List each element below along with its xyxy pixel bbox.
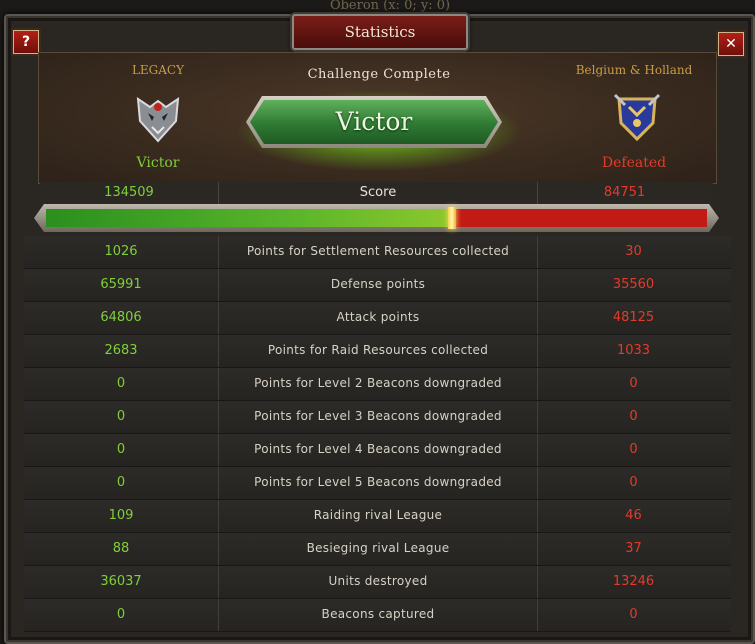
score-row: 134509 Score 84751: [40, 182, 713, 206]
stat-left-value: 0: [116, 475, 126, 490]
stat-label: Units destroyed: [218, 566, 538, 598]
help-button[interactable]: ?: [13, 30, 39, 54]
stat-right-value: 30: [625, 244, 642, 259]
stat-right-value: 0: [629, 409, 638, 424]
stats-row: 109 Raiding rival League 46: [24, 500, 731, 533]
stat-left-value: 0: [116, 607, 126, 622]
stat-label: Beacons captured: [218, 599, 538, 631]
stat-label: Points for Level 3 Beacons downgraded: [218, 401, 538, 433]
left-team-status: Victor: [136, 155, 180, 171]
stat-left-value: 0: [116, 442, 126, 457]
stat-left-value: 88: [112, 541, 130, 556]
right-team-name: Belgium & Holland: [575, 63, 693, 77]
stats-row: 65991 Defense points 35560: [24, 269, 731, 302]
right-team-status: Defeated: [601, 155, 667, 171]
stat-right-value: 0: [629, 607, 638, 622]
result-header: LEGACY Belgium & Holland Victor Defeated…: [38, 52, 717, 184]
stat-label: Besieging rival League: [218, 533, 538, 565]
stats-row: 0 Points for Level 2 Beacons downgraded 0: [24, 368, 731, 401]
stats-row: 36037 Units destroyed 13246: [24, 566, 731, 599]
score-bar-marker: [448, 207, 456, 229]
stats-row: 88 Besieging rival League 37: [24, 533, 731, 566]
stat-label: Raiding rival League: [218, 500, 538, 532]
stats-row: 0 Points for Level 3 Beacons downgraded 0: [24, 401, 731, 434]
wolf-crest-icon: [136, 97, 180, 143]
stats-row: 0 Points for Level 4 Beacons downgraded 0: [24, 434, 731, 467]
stat-left-value: 64806: [100, 310, 142, 325]
stat-left-value: 0: [116, 376, 126, 391]
stat-left-value: 2683: [104, 343, 138, 358]
stat-left-value: 65991: [100, 277, 142, 292]
stat-right-value: 35560: [612, 277, 655, 292]
score-bar-left-fill: [46, 209, 452, 227]
stats-row: 2683 Points for Raid Resources collected 1…: [24, 335, 731, 368]
stat-label: Points for Level 5 Beacons downgraded: [218, 467, 538, 499]
result-banner: Victor: [250, 100, 498, 144]
stat-left-value: 109: [108, 508, 134, 523]
score-label: Score: [218, 182, 538, 206]
stat-label: Points for Level 4 Beacons downgraded: [218, 434, 538, 466]
stat-label: Defense points: [218, 269, 538, 301]
stats-row: 0 Points for Level 5 Beacons downgraded 0: [24, 467, 731, 500]
stat-label: Points for Settlement Resources collecte…: [218, 236, 538, 268]
left-team-name: LEGACY: [131, 63, 185, 77]
stat-left-value: 0: [116, 409, 126, 424]
stat-right-value: 46: [625, 508, 642, 523]
stats-row: 0 Beacons captured 0: [24, 599, 731, 632]
score-balance-bar: [46, 207, 707, 229]
stat-left-value: 36037: [100, 574, 142, 589]
stats-table: 1026 Points for Settlement Resources coll…: [24, 236, 731, 632]
stat-label: Points for Level 2 Beacons downgraded: [218, 368, 538, 400]
stat-left-value: 1026: [104, 244, 138, 259]
stats-row: 1026 Points for Settlement Resources coll…: [24, 236, 731, 269]
challenge-complete-text: Challenge Complete: [307, 67, 451, 82]
close-button[interactable]: ✕: [718, 32, 744, 56]
stat-right-value: 37: [625, 541, 642, 556]
stat-right-value: 0: [629, 442, 638, 457]
stat-right-value: 48125: [612, 310, 655, 325]
dialog-title: Statistics: [292, 14, 468, 50]
stat-right-value: 0: [629, 475, 638, 490]
stats-row: 64806 Attack points 48125: [24, 302, 731, 335]
right-score-value: 84751: [603, 185, 646, 200]
stat-right-value: 0: [629, 376, 638, 391]
stat-label: Attack points: [218, 302, 538, 334]
stat-label: Points for Raid Resources collected: [218, 335, 538, 367]
stat-right-value: 1033: [616, 343, 651, 358]
left-score-value: 134509: [104, 185, 154, 200]
blue-shield-crest-icon: [613, 93, 661, 142]
stat-right-value: 13246: [612, 574, 655, 589]
